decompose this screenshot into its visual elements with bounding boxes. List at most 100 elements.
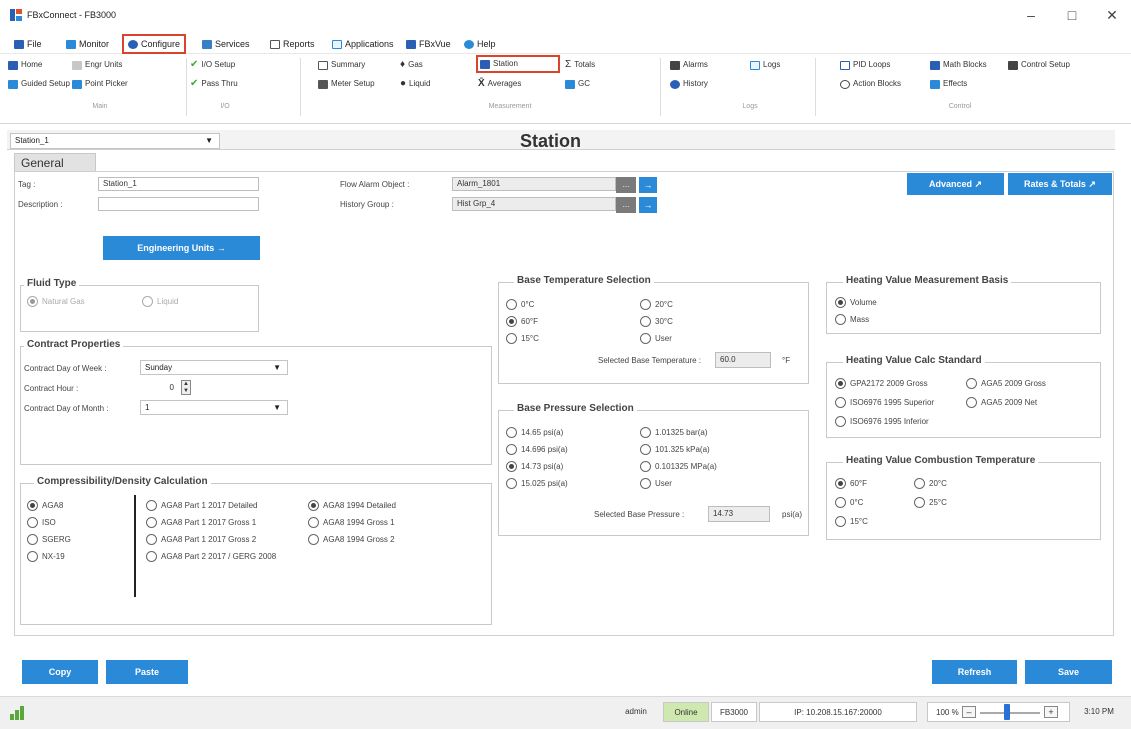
- tag-input[interactable]: Station_1: [98, 177, 259, 191]
- history-group-browse-button[interactable]: ...: [616, 197, 636, 213]
- press-15025-radio[interactable]: 15.025 psi(a): [506, 477, 568, 490]
- hv-temp-20c-radio[interactable]: 20°C: [914, 477, 947, 490]
- comp-aga8-1994-gross1-radio[interactable]: AGA8 1994 Gross 1: [308, 516, 395, 529]
- hv-temp-60f-radio[interactable]: 60°F: [835, 477, 867, 490]
- hv-aga5-net-radio[interactable]: AGA5 2009 Net: [966, 396, 1037, 409]
- hv-gpa2172-radio[interactable]: GPA2172 2009 Gross: [835, 377, 928, 390]
- save-button[interactable]: Save: [1025, 660, 1112, 684]
- hv-aga5-gross-label: AGA5 2009 Gross: [981, 379, 1046, 388]
- temp-0c-radio[interactable]: 0°C: [506, 298, 534, 311]
- hv-temp-15c-radio[interactable]: 15°C: [835, 515, 868, 528]
- temp-60f-radio[interactable]: 60°F: [506, 315, 538, 328]
- menu-help[interactable]: Help: [460, 36, 500, 52]
- press-1465-radio[interactable]: 14.65 psi(a): [506, 426, 563, 439]
- ribbon-point-picker[interactable]: Point Picker: [72, 77, 128, 91]
- press-mpa-radio[interactable]: 0.101325 MPa(a): [640, 460, 717, 473]
- contract-dom-select[interactable]: 1 ▼: [140, 400, 288, 415]
- press-1473-radio[interactable]: 14.73 psi(a): [506, 460, 563, 473]
- zoom-slider[interactable]: [980, 712, 1040, 714]
- copy-button[interactable]: Copy: [22, 660, 98, 684]
- hv-mass-radio[interactable]: Mass: [835, 313, 869, 326]
- press-bar-radio[interactable]: 1.01325 bar(a): [640, 426, 707, 439]
- menu-file[interactable]: File: [10, 36, 46, 52]
- maximize-button[interactable]: □: [1057, 5, 1087, 25]
- paste-button[interactable]: Paste: [106, 660, 188, 684]
- ribbon-logs[interactable]: Logs: [750, 58, 780, 72]
- ribbon-engr-units[interactable]: Engr Units: [72, 58, 122, 72]
- ribbon-control-setup[interactable]: Control Setup: [1008, 58, 1070, 72]
- menu-applications[interactable]: Applications: [328, 36, 398, 52]
- press-14696-radio[interactable]: 14.696 psi(a): [506, 443, 568, 456]
- press-user-radio[interactable]: User: [640, 477, 672, 490]
- comp-iso-radio[interactable]: ISO: [27, 516, 56, 529]
- close-button[interactable]: ✕: [1097, 5, 1127, 25]
- description-input[interactable]: [98, 197, 259, 211]
- ribbon-math-blocks[interactable]: Math Blocks: [930, 58, 987, 72]
- tab-general[interactable]: General: [14, 153, 96, 171]
- history-group-input[interactable]: Hist Grp_4: [452, 197, 616, 211]
- ribbon-averages[interactable]: X̄ Averages: [478, 77, 521, 91]
- hv-temp-25c-radio[interactable]: 25°C: [914, 496, 947, 509]
- menu-monitor[interactable]: Monitor: [62, 36, 113, 52]
- comp-aga8-2017-gross2-radio[interactable]: AGA8 Part 1 2017 Gross 2: [146, 533, 256, 546]
- temp-15c-radio[interactable]: 15°C: [506, 332, 539, 345]
- ribbon-totals[interactable]: Σ Totals: [565, 58, 595, 72]
- station-select[interactable]: Station_1 ▼: [10, 133, 220, 149]
- comp-aga8-2017-detailed-radio[interactable]: AGA8 Part 1 2017 Detailed: [146, 499, 258, 512]
- comp-aga8-1994-gross2-radio[interactable]: AGA8 1994 Gross 2: [308, 533, 395, 546]
- menu-services[interactable]: Services: [198, 36, 254, 52]
- hv-iso-inferior-radio[interactable]: ISO6976 1995 Inferior: [835, 415, 929, 428]
- flow-alarm-browse-button[interactable]: ...: [616, 177, 636, 193]
- ribbon-summary[interactable]: Summary: [318, 58, 365, 72]
- ribbon-station[interactable]: Station: [476, 55, 560, 73]
- flow-alarm-input[interactable]: Alarm_1801: [452, 177, 616, 191]
- comp-sgerg-radio[interactable]: SGERG: [27, 533, 71, 546]
- comp-aga8-1994-detailed-radio[interactable]: AGA8 1994 Detailed: [308, 499, 396, 512]
- engineering-units-button[interactable]: Engineering Units →: [103, 236, 260, 260]
- flow-alarm-go-button[interactable]: →: [639, 177, 657, 193]
- press-kpa-radio[interactable]: 101.325 kPa(a): [640, 443, 710, 456]
- refresh-button[interactable]: Refresh: [932, 660, 1017, 684]
- comp-aga8-2017-gross1-radio[interactable]: AGA8 Part 1 2017 Gross 1: [146, 516, 256, 529]
- ribbon-liquid[interactable]: ● Liquid: [400, 77, 430, 91]
- temp-30c-radio[interactable]: 30°C: [640, 315, 673, 328]
- ribbon-io-setup[interactable]: ✔ I/O Setup: [190, 58, 235, 72]
- fluid-natural-gas-radio[interactable]: Natural Gas: [27, 295, 85, 308]
- minimize-button[interactable]: –: [1016, 5, 1046, 25]
- zoom-in-button[interactable]: +: [1044, 706, 1058, 718]
- ribbon-history[interactable]: History: [670, 77, 708, 91]
- compressibility-title: Compressibility/Density Calculation: [34, 476, 211, 488]
- menu-reports[interactable]: Reports: [266, 36, 319, 52]
- rates-totals-button[interactable]: Rates & Totals ↗: [1008, 173, 1112, 195]
- temp-20c-radio[interactable]: 20°C: [640, 298, 673, 311]
- ribbon-effects[interactable]: Effects: [930, 77, 967, 91]
- comp-nx19-radio[interactable]: NX-19: [27, 550, 65, 563]
- hv-volume-radio[interactable]: Volume: [835, 296, 877, 309]
- temp-user-radio[interactable]: User: [640, 332, 672, 345]
- comp-aga8-part2-gerg-radio[interactable]: AGA8 Part 2 2017 / GERG 2008: [146, 550, 276, 563]
- fluid-liquid-radio[interactable]: Liquid: [142, 295, 178, 308]
- comp-aga8-radio[interactable]: AGA8: [27, 499, 63, 512]
- zoom-out-button[interactable]: –: [962, 706, 976, 718]
- ribbon-gc[interactable]: GC: [565, 77, 590, 91]
- ribbon-pass-thru[interactable]: ✔ Pass Thru: [190, 77, 238, 91]
- ribbon-gas[interactable]: ♦ Gas: [400, 58, 423, 72]
- zoom-slider-thumb[interactable]: [1004, 704, 1010, 720]
- menu-fbxvue[interactable]: FBxVue: [402, 36, 455, 52]
- contract-dow-select[interactable]: Sunday ▼: [140, 360, 288, 375]
- menu-configure[interactable]: Configure: [121, 34, 187, 54]
- hv-iso-superior-radio[interactable]: ISO6976 1995 Superior: [835, 396, 934, 409]
- ribbon-pid-loops[interactable]: PID Loops: [840, 58, 890, 72]
- ribbon-alarms[interactable]: Alarms: [670, 58, 708, 72]
- hv-aga5-gross-radio[interactable]: AGA5 2009 Gross: [966, 377, 1046, 390]
- ribbon-home[interactable]: Home: [8, 58, 42, 72]
- advanced-button[interactable]: Advanced ↗: [907, 173, 1004, 195]
- ribbon-guided-setup[interactable]: Guided Setup: [8, 77, 70, 91]
- history-group-go-button[interactable]: →: [639, 197, 657, 213]
- station-select-value: Station_1: [15, 136, 49, 145]
- ribbon-meter-setup[interactable]: Meter Setup: [318, 77, 375, 91]
- hv-temp-0c-radio[interactable]: 0°C: [835, 496, 863, 509]
- spinner-icon[interactable]: ▲ ▼: [181, 380, 191, 395]
- contract-hour-stepper[interactable]: 0: [140, 380, 180, 395]
- ribbon-action-blocks[interactable]: Action Blocks: [840, 77, 901, 91]
